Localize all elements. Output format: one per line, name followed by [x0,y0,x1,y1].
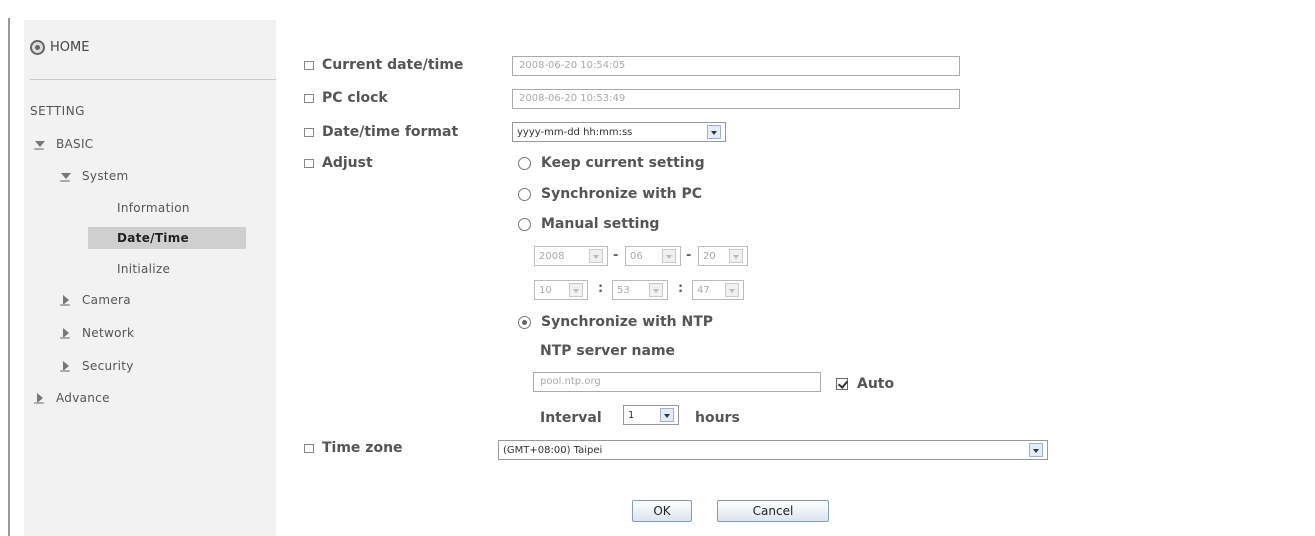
sidebar-item-camera[interactable]: Camera [60,293,131,307]
sidebar-divider [30,79,276,80]
current-datetime-label: Current date/time [304,57,463,73]
sidebar-item-initialize[interactable]: Initialize [117,262,170,276]
chevron-down-icon [725,283,739,297]
sidebar-item-label: Date/Time [117,231,189,245]
sidebar-item-security[interactable]: Security [60,359,134,373]
radio-sync-pc[interactable]: Synchronize with PC [518,186,702,202]
chevron-down-icon [707,125,721,139]
bullet-icon [304,60,314,70]
chevron-down-icon [649,283,663,297]
datetime-format-label: Date/time format [304,124,458,140]
datetime-format-select[interactable]: yyyy-mm-dd hh:mm:ss [512,122,726,142]
sidebar-item-label: Network [82,326,135,340]
minute-select[interactable]: 53 [612,280,668,300]
sidebar-item-datetime[interactable]: Date/Time [88,227,246,249]
sidebar-item-basic[interactable]: BASIC [34,137,93,151]
radio-button[interactable] [518,156,531,170]
home-link[interactable]: HOME [30,40,89,55]
bullet-icon [304,158,314,168]
ok-button[interactable]: OK [632,500,692,522]
sidebar-item-label: Camera [82,293,131,307]
radio-sync-ntp[interactable]: Synchronize with NTP [518,314,713,330]
sidebar-item-label: BASIC [56,137,94,151]
bullet-icon [304,93,314,103]
radio-button[interactable] [518,187,531,201]
month-select[interactable]: 06 [625,246,681,266]
date-separator: - [613,248,619,263]
bullet-icon [304,443,314,453]
time-separator: : [598,281,604,296]
expand-arrow-icon [34,138,47,150]
time-separator: : [678,281,684,296]
collapse-arrow-icon [34,392,47,404]
radio-button-checked[interactable] [518,315,531,329]
sidebar-item-information[interactable]: Information [117,201,190,215]
collapse-arrow-icon [60,294,73,306]
chevron-down-icon [569,283,583,297]
hour-select[interactable]: 10 [534,280,588,300]
sidebar-item-advance[interactable]: Advance [34,391,110,405]
home-label: HOME [50,40,90,55]
sidebar-item-system[interactable]: System [60,169,129,183]
collapse-arrow-icon [60,327,73,339]
collapse-arrow-icon [60,360,73,372]
adjust-label: Adjust [304,155,373,171]
bullet-icon [304,127,314,137]
chevron-down-icon [1029,443,1043,457]
chevron-down-icon [662,249,676,263]
radio-manual[interactable]: Manual setting [518,216,659,232]
second-select[interactable]: 47 [692,280,744,300]
timezone-label: Time zone [304,440,403,456]
home-icon [30,40,45,55]
radio-keep-current[interactable]: Keep current setting [518,155,705,171]
year-select[interactable]: 2008 [534,246,608,266]
sidebar: HOME SETTING [24,20,276,536]
ntp-server-label: NTP server name [540,343,676,359]
chevron-down-icon [660,408,674,422]
sidebar-item-label: Security [82,359,134,373]
sidebar-item-network[interactable]: Network [60,326,134,340]
timezone-select[interactable]: (GMT+08:00) Taipei [498,440,1048,460]
auto-checkbox[interactable] [836,378,848,390]
auto-label: Auto [857,376,895,392]
pc-clock-label: PC clock [304,90,388,106]
sidebar-item-label: System [82,169,129,183]
current-datetime-field: 2008-06-20 10:54:05 [512,56,960,76]
interval-select[interactable]: 1 [623,405,679,425]
sidebar-item-label: Advance [56,391,110,405]
expand-arrow-icon [60,170,73,182]
chevron-down-icon [729,249,743,263]
interval-unit: hours [695,410,740,426]
ntp-server-input[interactable]: pool.ntp.org [533,372,821,392]
radio-button[interactable] [518,217,531,231]
page-left-border [8,18,10,536]
pc-clock-field: 2008-06-20 10:53:49 [512,89,960,109]
interval-label: Interval [540,410,602,426]
chevron-down-icon [589,249,603,263]
setting-title: SETTING [30,104,85,118]
date-separator: - [686,248,692,263]
day-select[interactable]: 20 [698,246,748,266]
cancel-button[interactable]: Cancel [717,500,829,522]
